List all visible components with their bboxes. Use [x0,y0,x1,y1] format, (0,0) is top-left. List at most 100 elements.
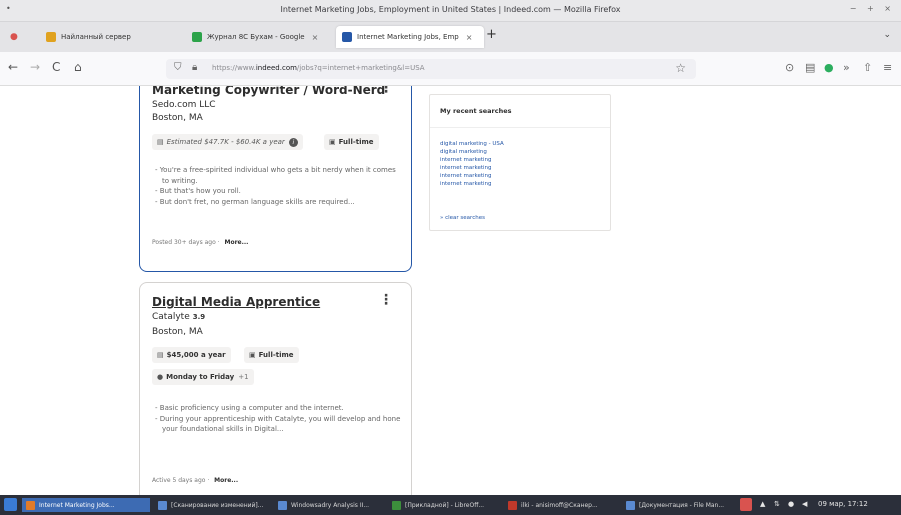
back-button[interactable]: ← [8,60,18,74]
reader-icon[interactable]: ▤ [805,61,815,74]
network-icon[interactable]: ▲ [760,500,765,508]
job-type-badge: ▣ Full-time [324,134,379,150]
more-link[interactable]: More... [225,239,249,246]
snippet-line: But that's how you roll. [154,186,402,197]
clear-searches-link[interactable]: » clear searches [440,215,485,221]
taskbar-item[interactable]: ilki - anisimoff@Сканер... [504,498,618,512]
page-content: Marketing Copywriter / Word-Nerd ⋮ Sedo.… [0,86,901,495]
close-icon[interactable]: × [312,33,319,42]
close-icon[interactable]: × [466,33,473,42]
bookmark-icon [46,32,56,42]
posted-info: Posted 30+ days ago · More... [152,239,249,246]
navigation-bar: ← → C ⌂ ⛉ 🔒︎ https://www.indeed.com/jobs… [0,52,901,86]
recent-search-link[interactable]: digital marketing - USA [440,140,504,148]
window-controls[interactable]: − + × [850,4,895,13]
recent-search-link[interactable]: internet marketing [440,164,504,172]
job-location: Boston, MA [152,113,203,123]
taskbar-item[interactable]: [Сканирование изменений]... [154,498,270,512]
divider [430,127,610,128]
clock-icon: ● [157,373,164,381]
shield-icon[interactable]: ⛉ [174,62,182,73]
company-rating: 3.9 [192,313,206,321]
job-card[interactable]: Marketing Copywriter / Word-Nerd ⋮ Sedo.… [139,86,412,272]
tab-bookmark[interactable]: Найланный сервер [40,26,160,48]
recent-searches-list: digital marketing - USA digital marketin… [440,140,504,188]
bookmark-star-icon[interactable]: ☆ [675,61,686,75]
job-title[interactable]: Marketing Copywriter / Word-Nerd [152,86,385,97]
more-link[interactable]: More... [214,477,238,484]
recent-search-link[interactable]: internet marketing [440,172,504,180]
salary-badge: ▤ Estimated $47.7K - $60.4K a year i [152,134,303,150]
title-bar: • Internet Marketing Jobs, Employment in… [0,0,901,22]
tab-bar: ● Найланный сервер Журнал 8С Бухам - Goo… [0,22,901,52]
snippet-line: During your apprenticeship with Catalyte… [154,414,402,435]
recent-search-link[interactable]: internet marketing [440,156,504,164]
tab-label: Журнал 8С Бухам - Google [207,33,305,41]
pocket-icon[interactable]: ⊙ [785,61,794,74]
tab-list-icon[interactable]: ⌄ [883,30,891,40]
job-card[interactable]: Digital Media Apprentice ⋮ Catalyte 3.9 B… [139,282,412,495]
money-icon: ▤ [157,138,164,146]
forward-button[interactable]: → [30,60,40,74]
job-snippet: Basic proficiency using a computer and t… [154,403,402,435]
app-icon [158,500,167,510]
url-text[interactable]: https://www.indeed.com/jobs?q=internet+m… [212,64,425,72]
terminal-icon [508,500,517,510]
posted-info: Active 5 days ago · More... [152,477,239,484]
more-options-icon[interactable]: ⋮ [379,86,393,96]
tab-sheets[interactable]: Журнал 8С Бухам - Google × [186,26,332,48]
account-icon[interactable]: ⇧ [863,61,872,74]
more-options-icon[interactable]: ⋮ [379,292,393,308]
home-button[interactable]: ⌂ [74,60,82,74]
taskbar-item[interactable]: [Прикладной] - LibreOff... [388,498,500,512]
browser-window: • Internet Marketing Jobs, Employment in… [0,0,901,515]
lock-icon[interactable]: 🔒︎ [192,62,197,73]
company-name[interactable]: Catalyte 3.9 [152,312,205,322]
briefcase-icon: ▣ [329,138,336,146]
volume-icon[interactable]: ◀ [802,500,807,508]
info-icon[interactable]: i [288,137,298,147]
briefcase-icon: ▣ [249,351,256,359]
url-bar[interactable]: ⛉ 🔒︎ https://www.indeed.com/jobs?q=inter… [166,59,696,79]
job-type-badge: ▣ Full-time [244,347,299,363]
update-icon[interactable] [740,498,752,511]
reload-button[interactable]: C [52,60,60,74]
company-name[interactable]: Sedo.com LLC [152,100,216,110]
extension-icon[interactable]: ● [824,61,834,74]
taskbar-item[interactable]: Windowsadry Analysis II... [274,498,384,512]
sheets-icon [192,32,202,42]
snippet-line: You're a free-spirited individual who ge… [154,165,402,186]
firefox-view-icon[interactable]: ● [10,32,18,42]
snippet-line: But don't fret, no german language skill… [154,197,402,208]
menu-icon[interactable]: ≡ [883,61,892,74]
salary-badge: ▤ $45,000 a year [152,347,231,363]
start-menu-icon[interactable] [4,498,17,511]
libreoffice-icon [392,500,401,510]
tab-indeed[interactable]: Internet Marketing Jobs, Emp × [336,26,484,48]
money-icon: ▤ [157,351,164,359]
snippet-line: Basic proficiency using a computer and t… [154,403,402,414]
file-manager-icon [626,500,635,510]
schedule-badge: ● Monday to Friday +1 [152,369,254,385]
job-title[interactable]: Digital Media Apprentice [152,295,320,309]
recent-search-link[interactable]: internet marketing [440,180,504,188]
recent-searches-panel: My recent searches digital marketing - U… [429,94,611,231]
tab-label: Найланный сервер [61,33,131,41]
overflow-chevron-icon[interactable]: » [843,61,850,74]
taskbar-item[interactable]: Internet Marketing Jobs... [22,498,150,512]
recent-searches-heading: My recent searches [440,107,512,115]
taskbar-item[interactable]: [Документация - File Man... [622,498,734,512]
window-title: Internet Marketing Jobs, Employment in U… [280,5,621,14]
tab-label: Internet Marketing Jobs, Emp [357,33,459,41]
taskbar: Internet Marketing Jobs... [Сканирование… [0,495,901,515]
indeed-icon [342,32,352,42]
bluetooth-icon[interactable]: ⇅ [774,500,780,508]
firefox-icon [26,500,35,510]
job-location: Boston, MA [152,327,203,337]
clock[interactable]: 09 мар, 17:12 [818,500,868,508]
job-snippet: You're a free-spirited individual who ge… [154,165,402,207]
app-icon [278,500,287,510]
new-tab-button[interactable]: + [486,27,497,42]
shield-tray-icon[interactable]: ● [788,500,794,508]
recent-search-link[interactable]: digital marketing [440,148,504,156]
